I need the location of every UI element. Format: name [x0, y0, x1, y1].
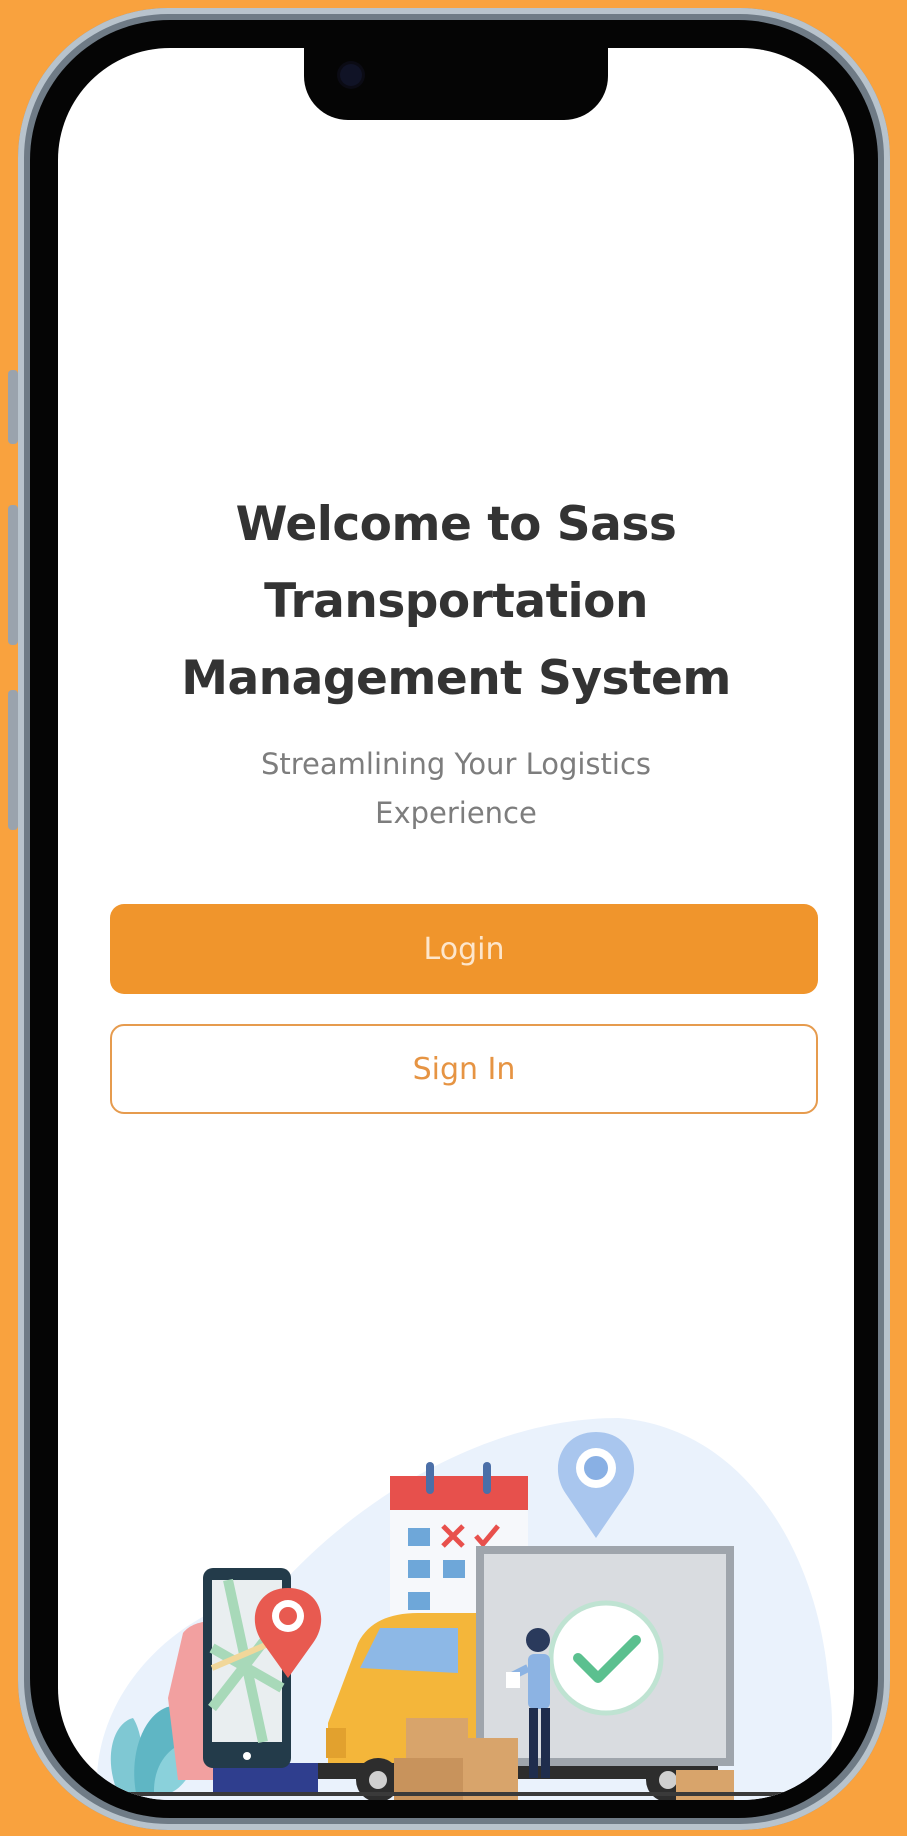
check-circle-icon	[548, 1600, 664, 1716]
title-line-2: Transportation	[264, 574, 648, 629]
subtitle-line-2: Experience	[375, 796, 537, 830]
login-button[interactable]: Login	[110, 904, 818, 994]
volume-up-side-button	[8, 370, 18, 444]
welcome-subtitle: Streamlining Your Logistics Experience	[178, 740, 734, 838]
volume-down-side-button	[8, 505, 18, 645]
phone-notch	[304, 48, 608, 120]
logistics-illustration	[96, 1418, 833, 1800]
title-line-1: Welcome to Sass	[235, 497, 677, 552]
power-side-button	[8, 690, 18, 830]
sign-in-button[interactable]: Sign In	[110, 1024, 818, 1114]
title-line-3: Management System	[181, 651, 731, 706]
camera-icon	[340, 64, 362, 86]
subtitle-line-1: Streamlining Your Logistics	[260, 747, 652, 781]
app-screen: Welcome to Sass Transportation Managemen…	[58, 48, 854, 1800]
welcome-title: Welcome to Sass Transportation Managemen…	[58, 486, 854, 717]
